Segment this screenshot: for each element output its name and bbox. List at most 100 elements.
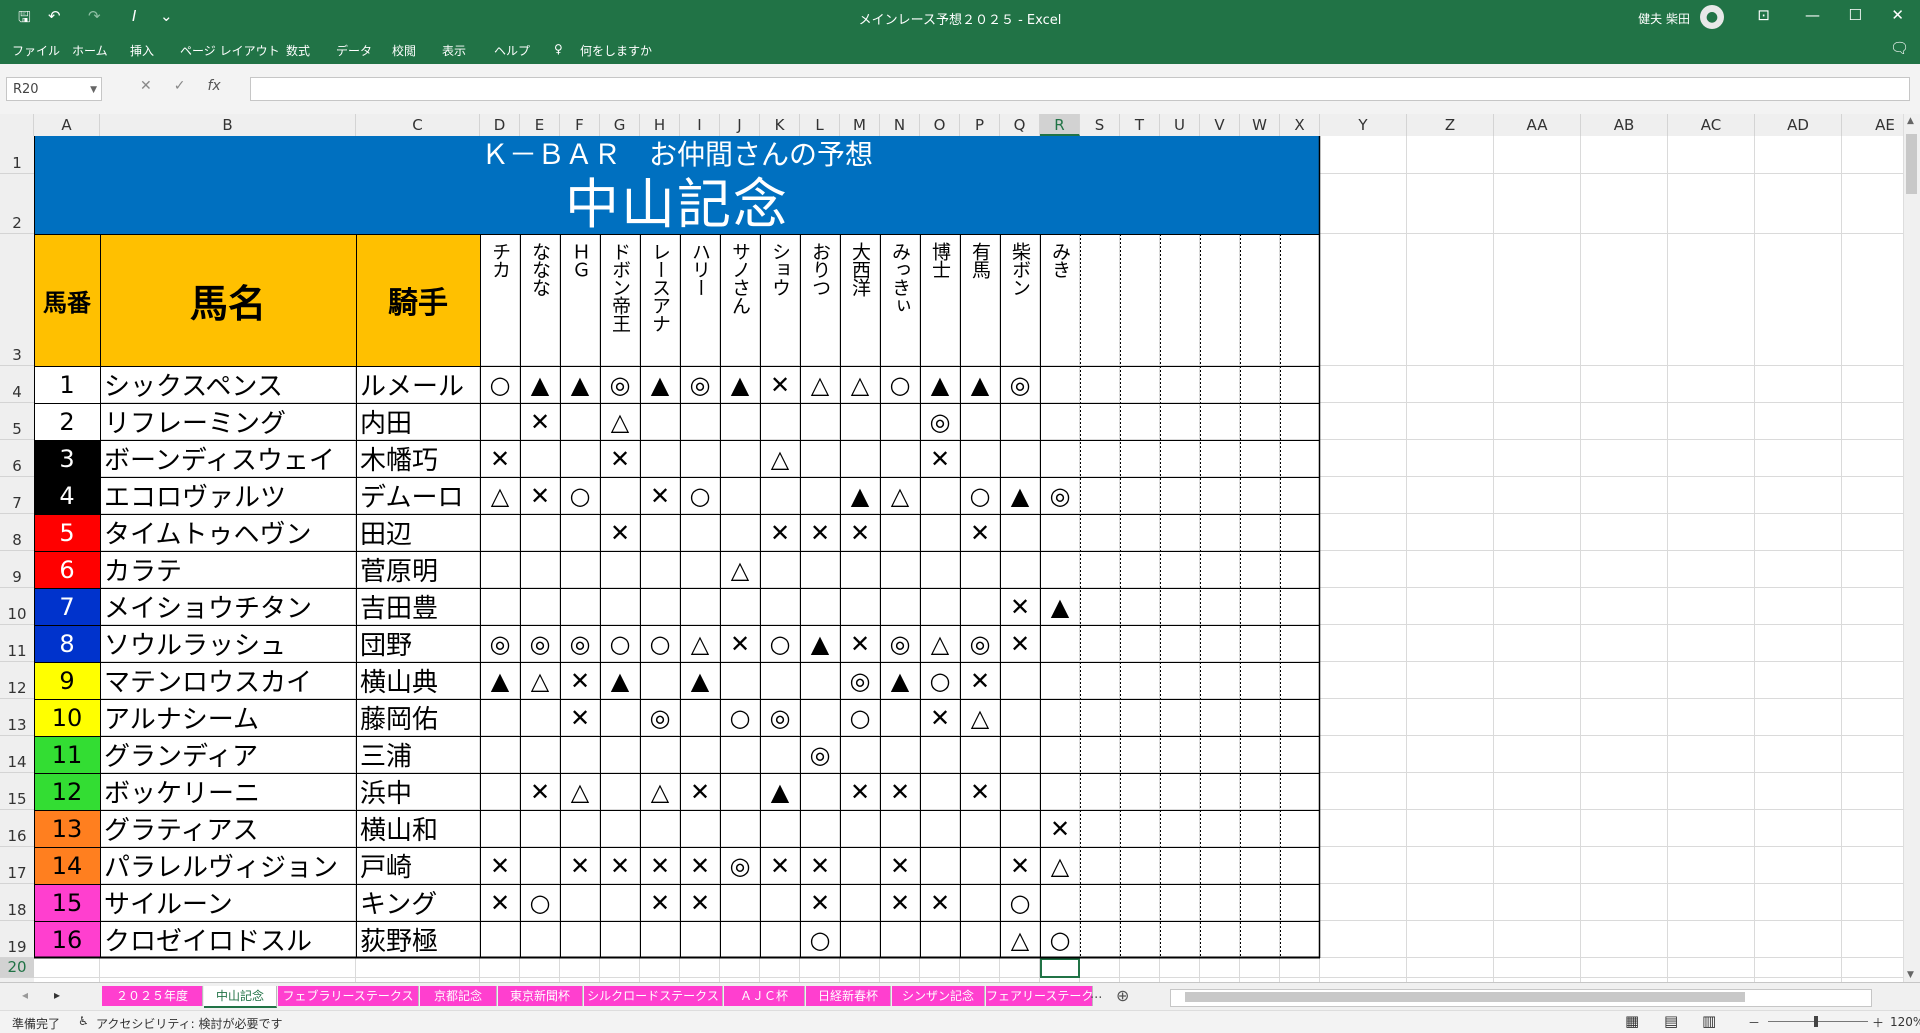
prediction-mark[interactable]: ✕: [920, 440, 960, 477]
prediction-mark[interactable]: ○: [640, 625, 680, 662]
prediction-mark[interactable]: [560, 736, 600, 773]
prediction-mark[interactable]: [960, 921, 1000, 958]
column-header[interactable]: J: [720, 114, 760, 136]
jockey-name[interactable]: 吉田豊: [356, 588, 480, 625]
prediction-mark[interactable]: △: [920, 625, 960, 662]
scroll-down-icon[interactable]: ▼: [1907, 970, 1914, 980]
row-header[interactable]: 6: [0, 440, 34, 477]
prediction-mark[interactable]: [760, 551, 800, 588]
prediction-mark[interactable]: [720, 588, 760, 625]
prediction-mark[interactable]: △: [720, 551, 760, 588]
zoom-slider[interactable]: [1768, 1016, 1868, 1027]
row-header[interactable]: 18: [0, 884, 34, 921]
prediction-mark[interactable]: ▲: [880, 662, 920, 699]
prediction-mark[interactable]: [520, 921, 560, 958]
prediction-mark[interactable]: [840, 736, 880, 773]
tab-home[interactable]: ホーム: [72, 42, 108, 59]
prediction-mark[interactable]: [960, 736, 1000, 773]
prediction-mark[interactable]: ▲: [1000, 477, 1040, 514]
prediction-mark[interactable]: ○: [800, 921, 840, 958]
prediction-mark[interactable]: [640, 440, 680, 477]
horse-number[interactable]: 16: [34, 921, 100, 958]
prediction-mark[interactable]: [720, 440, 760, 477]
prediction-mark[interactable]: △: [840, 366, 880, 403]
prediction-mark[interactable]: ✕: [680, 847, 720, 884]
column-header[interactable]: F: [560, 114, 600, 136]
prediction-mark[interactable]: [800, 440, 840, 477]
row-header[interactable]: 8: [0, 514, 34, 551]
prediction-mark[interactable]: ○: [480, 366, 520, 403]
horse-name[interactable]: グラティアス: [100, 810, 356, 847]
prediction-mark[interactable]: [1000, 736, 1040, 773]
prediction-mark[interactable]: ✕: [1000, 588, 1040, 625]
prediction-mark[interactable]: [560, 810, 600, 847]
prediction-mark[interactable]: [560, 514, 600, 551]
accessibility-status[interactable]: アクセシビリティ: 検討が必要です: [96, 1015, 283, 1032]
prediction-mark[interactable]: [760, 477, 800, 514]
prediction-mark[interactable]: △: [960, 699, 1000, 736]
prediction-mark[interactable]: [880, 440, 920, 477]
prediction-mark[interactable]: △: [680, 625, 720, 662]
prediction-mark[interactable]: ○: [1000, 884, 1040, 921]
horse-number[interactable]: 7: [34, 588, 100, 625]
prediction-mark[interactable]: [760, 921, 800, 958]
lightbulb-icon[interactable]: ♀: [554, 42, 563, 56]
prediction-mark[interactable]: ▲: [680, 662, 720, 699]
prediction-mark[interactable]: [520, 810, 560, 847]
prediction-mark[interactable]: [480, 736, 520, 773]
cancel-icon[interactable]: ✕: [140, 78, 152, 94]
prediction-mark[interactable]: [1040, 773, 1080, 810]
prediction-mark[interactable]: ▲: [840, 477, 880, 514]
prediction-mark[interactable]: [840, 440, 880, 477]
prediction-mark[interactable]: ✕: [880, 847, 920, 884]
row-header[interactable]: 7: [0, 477, 34, 514]
prediction-mark[interactable]: [640, 810, 680, 847]
prediction-mark[interactable]: [800, 588, 840, 625]
prediction-mark[interactable]: ◎: [800, 736, 840, 773]
prediction-mark[interactable]: △: [880, 477, 920, 514]
prediction-mark[interactable]: [640, 514, 680, 551]
header-predictor[interactable]: ドボン帝王: [600, 234, 640, 366]
jockey-name[interactable]: 横山和: [356, 810, 480, 847]
row-header[interactable]: 20: [0, 958, 34, 978]
column-header[interactable]: H: [640, 114, 680, 136]
prediction-mark[interactable]: [880, 514, 920, 551]
prediction-mark[interactable]: [920, 477, 960, 514]
column-header[interactable]: AC: [1668, 114, 1755, 136]
sheet-tab[interactable]: 日経新春杯: [806, 986, 891, 1006]
page-break-view-icon[interactable]: ▥: [1702, 1012, 1716, 1030]
prediction-mark[interactable]: ▲: [920, 366, 960, 403]
horse-number[interactable]: 11: [34, 736, 100, 773]
prediction-mark[interactable]: ✕: [520, 403, 560, 440]
prediction-mark[interactable]: [880, 736, 920, 773]
horse-name[interactable]: タイムトゥヘヴン: [100, 514, 356, 551]
zoom-slider-thumb[interactable]: [1814, 1016, 1818, 1027]
header-horse-name[interactable]: 馬名: [100, 234, 356, 366]
prediction-mark[interactable]: [600, 699, 640, 736]
column-header[interactable]: P: [960, 114, 1000, 136]
horse-number[interactable]: 5: [34, 514, 100, 551]
prediction-mark[interactable]: ▲: [640, 366, 680, 403]
prediction-mark[interactable]: ✕: [600, 440, 640, 477]
prediction-mark[interactable]: [560, 551, 600, 588]
row-header[interactable]: 16: [0, 810, 34, 847]
column-header[interactable]: S: [1080, 114, 1120, 136]
prediction-mark[interactable]: [1000, 810, 1040, 847]
prediction-mark[interactable]: ✕: [480, 884, 520, 921]
prediction-mark[interactable]: [840, 588, 880, 625]
prediction-mark[interactable]: ✕: [560, 847, 600, 884]
tab-help[interactable]: ヘルプ: [494, 42, 530, 59]
sheet-tab[interactable]: シルクロードステークス: [584, 986, 723, 1006]
prediction-mark[interactable]: [680, 588, 720, 625]
row-header[interactable]: 2: [0, 174, 34, 234]
horse-name[interactable]: リフレーミング: [100, 403, 356, 440]
prediction-mark[interactable]: ✕: [640, 477, 680, 514]
horse-name[interactable]: エコロヴァルツ: [100, 477, 356, 514]
user-name[interactable]: 健夫 柴田: [1638, 10, 1690, 27]
prediction-mark[interactable]: ◎: [640, 699, 680, 736]
header-predictor[interactable]: レースアナ: [640, 234, 680, 366]
prediction-mark[interactable]: ✕: [800, 514, 840, 551]
prediction-mark[interactable]: [800, 773, 840, 810]
prediction-mark[interactable]: [680, 699, 720, 736]
close-button[interactable]: ✕: [1891, 6, 1904, 24]
